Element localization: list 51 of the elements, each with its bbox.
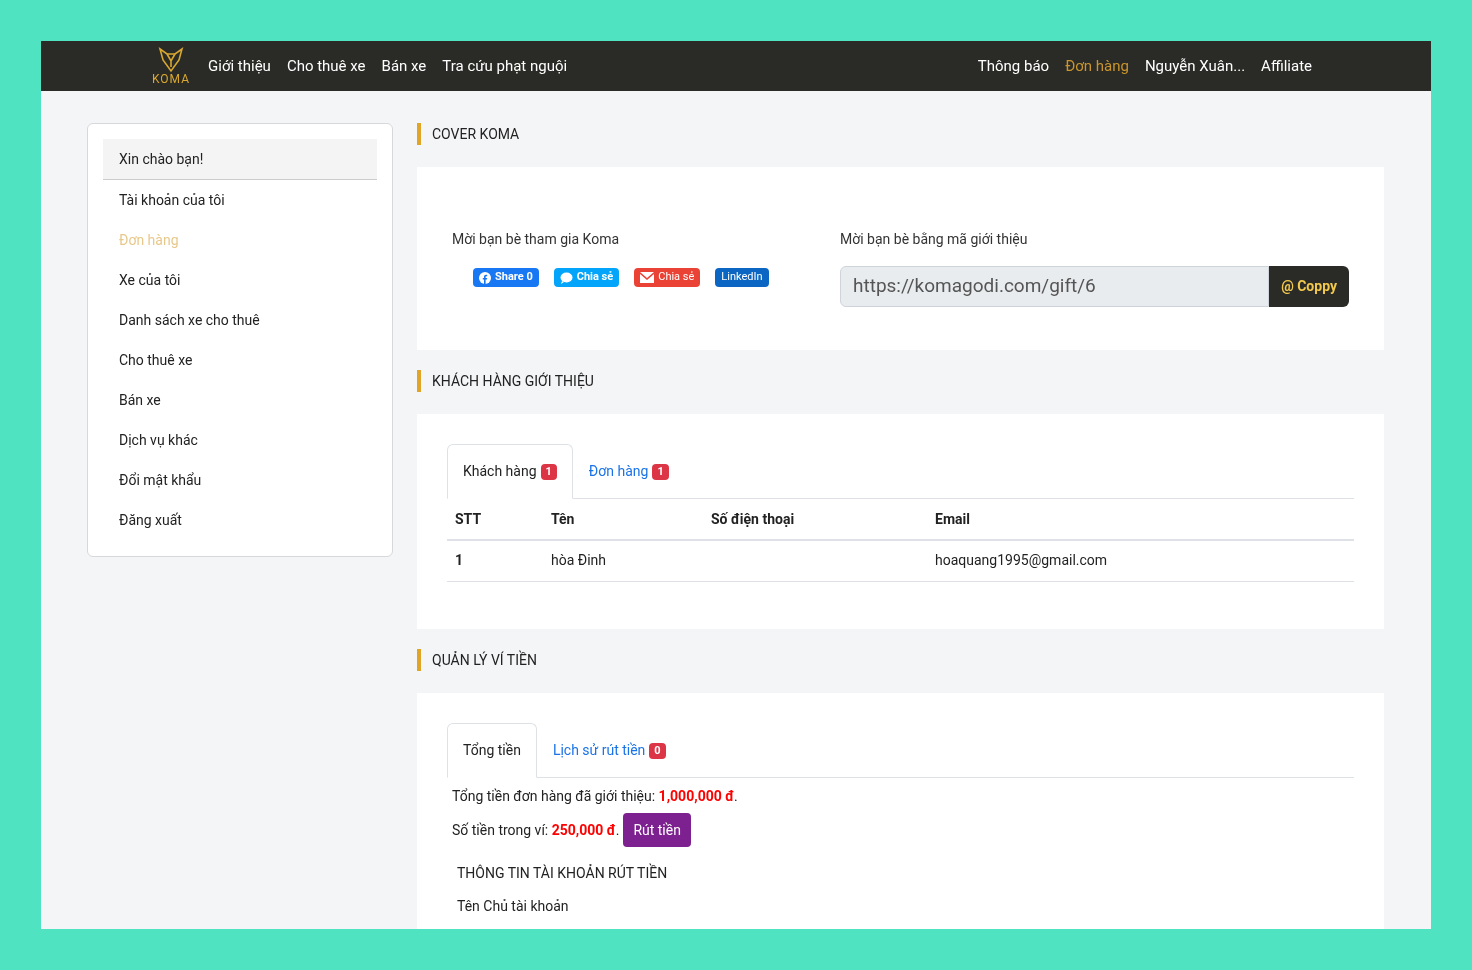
account-info-title: THÔNG TIN TÀI KHOẢN RÚT TIỀN [456,863,669,883]
nav-link[interactable]: Nguyễn Xuân... [1144,54,1246,78]
wallet-balance-text: Số tiền trong ví: 250,000 đ. [452,820,620,840]
share-button[interactable]: Chia sẻ [634,268,701,287]
section-title: KHÁCH HÀNG GIỚI THIỆU [432,371,594,391]
nav-link[interactable]: Thông báo [977,54,1050,78]
sidebar-item[interactable]: Đăng xuất [103,500,377,540]
nav-link[interactable]: Affiliate [1261,54,1312,78]
sidebar-item[interactable]: Bán xe [103,380,377,420]
count-badge: 1 [652,463,669,480]
account-holder-label: Tên Chủ tài khoản [456,897,570,916]
column-header: Số điện thoại [703,499,927,540]
column-header: Tên [543,499,703,540]
mail-icon [640,272,655,283]
column-header: STT [447,499,543,540]
section-title: QUẢN LÝ VÍ TIỀN [432,649,537,670]
tab[interactable]: Khách hàng 1 [447,444,573,499]
tab[interactable]: Tổng tiền [447,723,537,778]
sidebar-item[interactable]: Dịch vụ khác [103,420,377,460]
table-cell: 1 [455,552,464,569]
nav-link[interactable]: Tra cứu phạt nguội [442,54,568,78]
sidebar-item[interactable]: Xe của tôi [103,260,377,300]
count-badge: 1 [540,463,557,480]
tab[interactable]: Lịch sử rút tiền 0 [536,723,682,778]
chat-bubble-icon [559,271,573,284]
nav-link[interactable]: Cho thuê xe [286,54,366,78]
tab[interactable]: Đơn hàng 1 [572,444,685,499]
sidebar-item[interactable]: Tài khoản của tôi [103,180,377,220]
greeting: Xin chào bạn! [103,139,377,180]
nav-link[interactable]: Giới thiệu [208,54,271,78]
nav-link[interactable]: Bán xe [381,54,427,78]
column-header: Email [927,499,1354,540]
facebook-icon [479,271,491,284]
referral-link-field[interactable]: https://komagodi.com/gift/6 [840,266,1270,307]
brand-name: KOMA [152,73,190,85]
table-cell: hòa Đinh [551,552,607,569]
referral-total-text: Tổng tiền đơn hàng đã giới thiệu: 1,000,000 đ. [452,787,739,806]
share-button[interactable]: LinkedIn [715,268,769,287]
section-title: COVER KOMA [432,124,520,144]
sidebar-item[interactable]: Đổi mật khẩu [103,460,377,500]
referral-code-label: Mời bạn bè bằng mã giới thiệu [840,230,1029,249]
withdraw-button[interactable]: Rút tiền [623,813,691,847]
fox-logo-icon [158,47,184,73]
sidebar-item[interactable]: Danh sách xe cho thuê [103,300,377,340]
invite-label: Mời bạn bè tham gia Koma [452,230,621,249]
copy-button[interactable]: @ Coppy [1269,266,1349,307]
sidebar-item[interactable]: Cho thuê xe [103,340,377,380]
share-button[interactable]: Share 0 [473,268,539,287]
table-cell: hoaquang1995@gmail.com [935,552,1108,569]
count-badge: 0 [649,742,666,759]
nav-link[interactable]: Đơn hàng [1065,54,1129,78]
